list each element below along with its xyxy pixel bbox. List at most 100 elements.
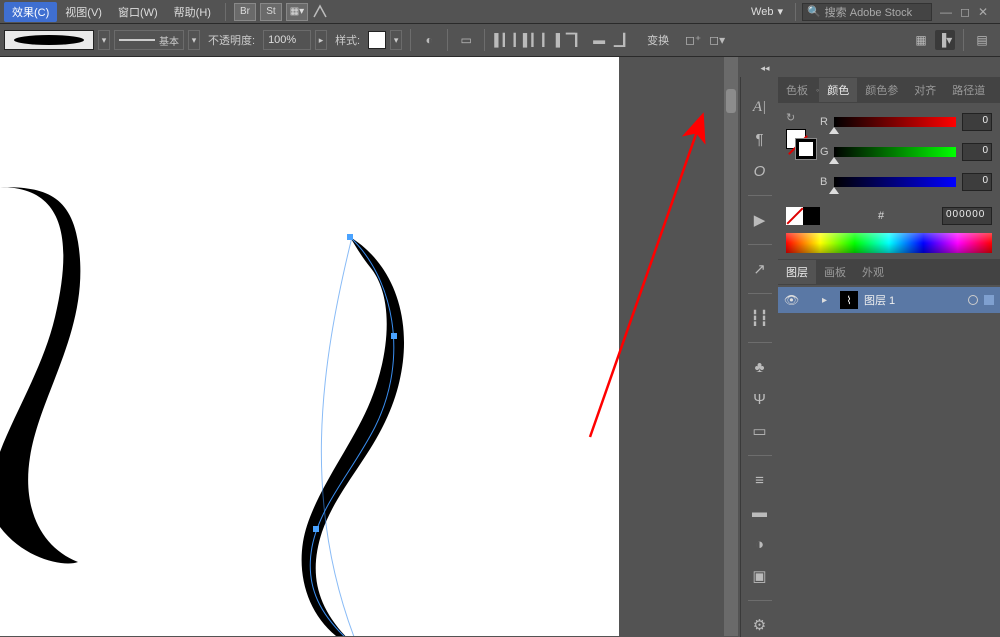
arrange-docs-icon[interactable]: ▦▾ [286,3,308,21]
panel-dock: A| ¶ O ▶ ↗ ┇┇ ♣ Ψ ▭ ≡ ▬ ◑ ▣ ⚙ [740,77,778,637]
canvas[interactable] [0,57,619,636]
expand-layer-icon[interactable]: ▸ [822,295,834,306]
recolor-icon[interactable]: ◐ [419,30,439,50]
align-bottom-icon[interactable]: ▁▎ [613,30,633,50]
slider-thumb[interactable] [829,187,839,194]
tab-color-guide[interactable]: 颜色参 [857,78,906,102]
anchor-point[interactable] [347,234,353,240]
b-slider[interactable] [834,177,956,187]
menu-divider-2 [795,3,796,21]
panel-mode-icon[interactable]: ▐▾ [935,30,955,50]
brush-ellipse-icon [14,35,84,45]
slider-thumb[interactable] [829,127,839,134]
workspace: ◂◂ A| ¶ O ▶ ↗ ┇┇ ♣ Ψ ▭ ≡ ▬ ◑ ▣ ⚙ 色板 ◦ 颜色… [0,57,1000,636]
settings-panel-icon[interactable]: ⚙ [748,613,772,637]
target-icon[interactable] [968,295,978,305]
panel-menu-icon[interactable]: ▤ [972,30,992,50]
tab-pathfinder[interactable]: 路径道 [944,78,993,102]
hex-field[interactable]: 000000 [942,207,992,225]
stroke-profile-preview[interactable]: 基本 [114,30,184,50]
panel-collapse-handle[interactable]: ◂◂ [750,63,780,73]
grid-icon[interactable]: ▦ [911,30,931,50]
align-vcenter-icon[interactable]: ▬ [589,30,609,50]
maximize-icon[interactable]: ◻ [960,5,970,19]
style-swatch[interactable] [368,31,386,49]
anchor-point[interactable] [313,526,319,532]
close-icon[interactable]: ✕ [978,5,988,19]
stroke-profile-label: 基本 [159,33,183,48]
menu-divider [225,3,226,21]
minimize-icon[interactable]: — [940,5,952,19]
vertical-scrollbar[interactable] [724,57,738,636]
r-value-field[interactable]: 0 [962,113,992,131]
stroke-line-icon [119,39,155,41]
selection-indicator [984,295,994,305]
selected-path-outline [310,237,394,636]
brush-dropdown[interactable]: ▾ [98,30,110,50]
color-tabs: 色板 ◦ 颜色 颜色参 对齐 路径道 [778,77,1000,103]
stroke-panel-icon[interactable]: ≡ [748,468,772,492]
g-value-field[interactable]: 0 [962,143,992,161]
tab-align[interactable]: 对齐 [906,78,944,102]
gpu-icon[interactable] [310,2,330,22]
opacity-dropdown[interactable]: ▸ [315,30,327,50]
tab-appearance[interactable]: 外观 [854,260,892,284]
brush-preview[interactable] [4,30,94,50]
g-slider[interactable] [834,147,956,157]
document-profile-dropdown[interactable]: Web ▾ [745,5,789,18]
paragraph-panel-icon[interactable]: ¶ [748,127,772,151]
stock-icon[interactable]: St [260,3,282,21]
menu-bar: 效果(C) 视图(V) 窗口(W) 帮助(H) Br St ▦▾ Web ▾ 🔍… [0,0,1000,24]
spectrum-toggle-icon[interactable]: ↻ [786,111,802,127]
style-label: 样式: [335,32,360,48]
align-top-icon[interactable]: ▔▎ [565,30,585,50]
align-hcenter-icon[interactable]: ▎▌▎ [517,30,537,50]
opacity-label: 不透明度: [208,32,255,48]
canvas-shape-selected[interactable] [302,237,404,636]
visibility-icon[interactable]: 👁 [784,293,800,307]
slider-thumb[interactable] [829,157,839,164]
menu-effects[interactable]: 效果(C) [4,2,57,22]
tab-layers[interactable]: 图层 [778,260,816,284]
symbol-icon[interactable]: ◻▾ [707,30,727,50]
layer-name[interactable]: 图层 1 [864,292,962,308]
tab-swatches[interactable]: 色板 [778,78,816,102]
character-panel-icon[interactable]: A| [748,95,772,119]
stroke-swatch[interactable] [796,139,816,159]
search-icon: 🔍 [807,5,821,18]
align-right-icon[interactable]: ▎▐ [541,30,561,50]
isolate-icon[interactable]: ◻⁺ [683,30,703,50]
actions-panel-icon[interactable]: ▶ [748,208,772,232]
style-dropdown[interactable]: ▾ [390,30,402,50]
b-value-field[interactable]: 0 [962,173,992,191]
menu-help[interactable]: 帮助(H) [166,2,219,22]
brushes-panel-icon[interactable]: Ψ [748,387,772,411]
menu-window[interactable]: 窗口(W) [110,2,166,22]
align-panel-icon[interactable]: ┇┇ [748,306,772,330]
opacity-field[interactable]: 100% [263,30,311,50]
align-left-icon[interactable]: ▌▎ [493,30,513,50]
gradient-panel-icon[interactable]: ▬ [748,500,772,524]
doc-setup-icon[interactable]: ▭ [456,30,476,50]
stroke-profile-dropdown[interactable]: ▾ [188,30,200,50]
anchor-point[interactable] [391,333,397,339]
css-panel-icon[interactable]: ▣ [748,564,772,588]
links-panel-icon[interactable]: ↗ [748,257,772,281]
fill-stroke-proxy[interactable] [786,129,816,159]
tab-artboards[interactable]: 画板 [816,260,854,284]
layer-row[interactable]: 👁 ▸ ⌇ 图层 1 [778,287,1000,313]
bridge-icon[interactable]: Br [234,3,256,21]
color-spectrum[interactable] [786,233,992,253]
scrollbar-thumb[interactable] [726,89,736,113]
symbols-panel-icon[interactable]: ♣ [748,355,772,379]
opentype-panel-icon[interactable]: O [748,159,772,183]
r-slider[interactable] [834,117,956,127]
menu-view[interactable]: 视图(V) [57,2,110,22]
none-swatch-pair[interactable] [786,207,820,225]
stock-search-input[interactable]: 🔍 搜索 Adobe Stock [802,3,932,21]
tab-color[interactable]: 颜色 [819,78,857,102]
transparency-panel-icon[interactable]: ◑ [748,532,772,556]
search-placeholder: 搜索 Adobe Stock [825,4,912,20]
swatches-panel-icon[interactable]: ▭ [748,419,772,443]
transform-button[interactable]: 变换 [641,30,675,50]
